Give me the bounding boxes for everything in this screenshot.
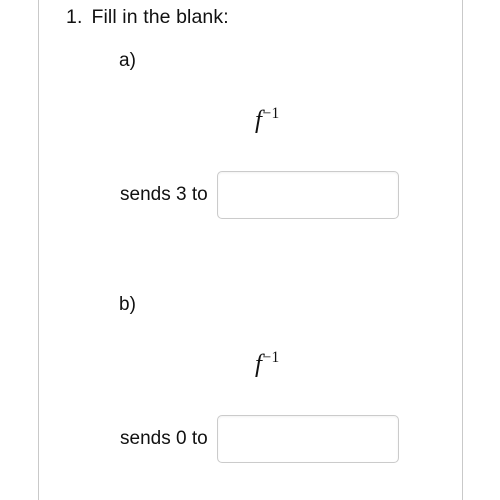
question-heading: 1. Fill in the blank: (66, 4, 229, 30)
function-symbol-a: f (255, 106, 262, 134)
worksheet-content: 1. Fill in the blank: a) f−1 sends 3 to b… (39, 0, 462, 500)
answer-input-a[interactable] (216, 171, 399, 219)
question-prompt: Fill in the blank: (91, 6, 229, 28)
sends-row-b: sends 0 to (120, 415, 399, 463)
function-symbol-b: f (255, 350, 262, 378)
sends-text-a: sends 3 to (120, 184, 208, 205)
question-number: 1. (66, 6, 83, 28)
page-rule-right (462, 0, 463, 500)
exponent-negative-one-b: −1 (262, 349, 280, 366)
part-label-a: a) (119, 50, 136, 71)
sends-row-a: sends 3 to (120, 171, 399, 219)
sends-text-b: sends 0 to (120, 428, 208, 449)
inverse-function-expression-a: f−1 (255, 105, 280, 134)
part-label-b: b) (119, 294, 136, 315)
exponent-negative-one-a: −1 (262, 105, 280, 122)
inverse-function-expression-b: f−1 (255, 349, 280, 378)
answer-input-b[interactable] (216, 415, 399, 463)
